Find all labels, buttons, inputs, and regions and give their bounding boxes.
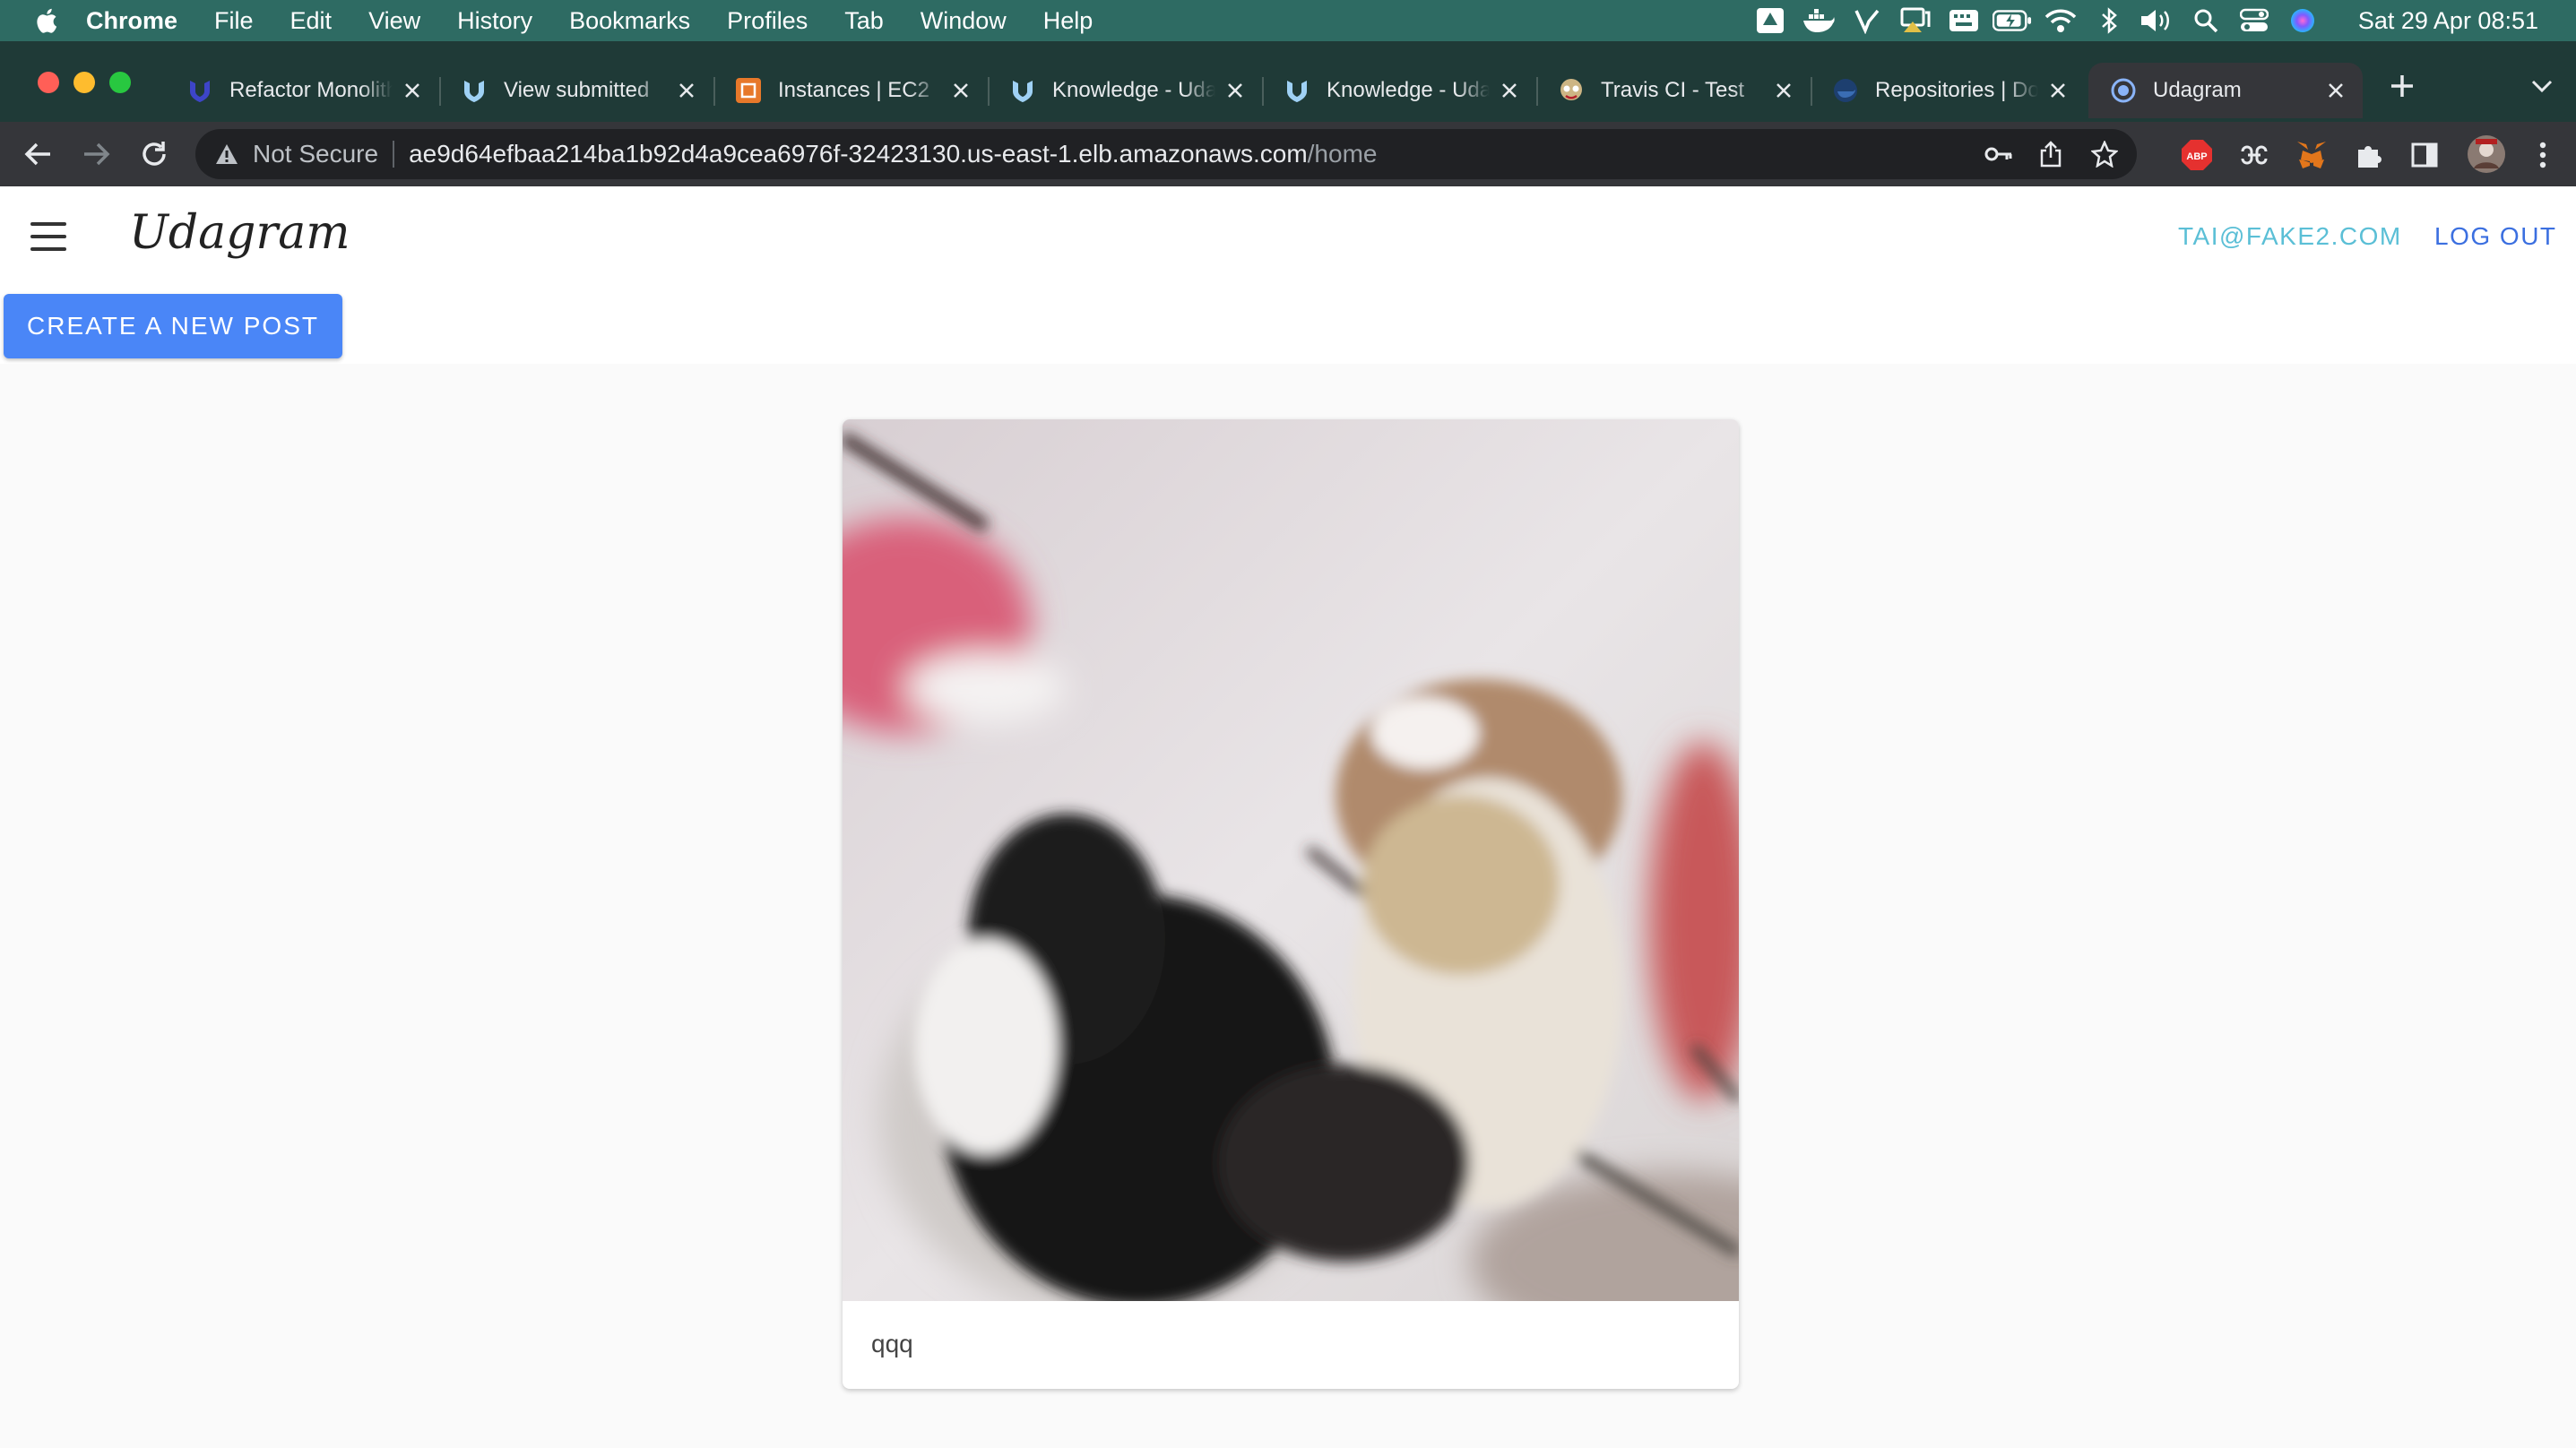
tab-label: Travis CI - Test [1601, 78, 1745, 102]
menu-window[interactable]: Window [921, 7, 1007, 35]
action-bar [0, 287, 2576, 364]
hamburger-line [30, 222, 66, 226]
menu-file[interactable]: File [214, 7, 254, 35]
apple-icon[interactable] [34, 7, 57, 34]
tab-label: Instances | EC2 [778, 78, 929, 102]
docker-icon [1832, 77, 1859, 104]
tab-label: Udagram [2153, 78, 2242, 102]
wifi-icon[interactable] [2041, 0, 2080, 41]
tab-label: Refactor Monolith [229, 78, 393, 102]
app-header: Udagram TAI@FAKE2.COM LOG OUT [0, 186, 2576, 287]
logout-link[interactable]: LOG OUT [2434, 222, 2557, 251]
hamburger-menu-icon[interactable] [30, 222, 66, 251]
tab-refactor-monolith[interactable]: Refactor Monolith [165, 63, 441, 118]
puzzle-icon[interactable] [2352, 138, 2386, 172]
post-card: qqq [843, 419, 1739, 1389]
tab-repositories-docker[interactable]: Repositories | Docker [1811, 63, 2085, 118]
tab-travis-ci[interactable]: Travis CI - Test [1536, 63, 1812, 118]
create-post-button[interactable]: CREATE A NEW POST [4, 294, 342, 358]
hamburger-line [30, 235, 66, 238]
globe-icon [2110, 77, 2137, 104]
vectorize-icon[interactable] [1847, 0, 1887, 41]
profile-avatar[interactable] [2467, 134, 2506, 174]
keyboard-icon[interactable] [1944, 0, 1984, 41]
zoom-window-button[interactable] [109, 72, 131, 93]
siri-icon[interactable] [2283, 0, 2322, 41]
security-status[interactable]: Not Secure [253, 140, 378, 168]
adblock-icon[interactable]: ABP [2180, 138, 2214, 172]
back-button[interactable] [18, 134, 57, 174]
tab-label: View submitted [504, 78, 650, 102]
close-tab-icon[interactable] [2323, 78, 2348, 103]
omnibox-divider [393, 141, 395, 168]
tab-knowledge-1[interactable]: Knowledge - Udacity [988, 63, 1264, 118]
close-tab-icon[interactable] [948, 78, 973, 103]
forward-button[interactable] [77, 134, 117, 174]
menu-history[interactable]: History [457, 7, 532, 35]
bookmark-star-icon[interactable] [2090, 140, 2119, 168]
close-tab-icon[interactable] [1771, 78, 1796, 103]
aws-ec2-icon [735, 77, 762, 104]
chrome-menu-icon[interactable] [2526, 138, 2560, 172]
tab-label: Repositories | Docker [1875, 78, 2038, 102]
url-host[interactable]: ae9d64efbaa214ba1b92d4a9cea6976f-3242313… [409, 140, 1308, 168]
menu-profiles[interactable]: Profiles [727, 7, 808, 35]
macos-menu-bar: Chrome File Edit View History Bookmarks … [0, 0, 2576, 41]
key-icon[interactable] [1984, 140, 2013, 168]
udacity-icon [186, 77, 213, 104]
spotlight-search-icon[interactable] [2186, 0, 2226, 41]
close-window-button[interactable] [38, 72, 59, 93]
tab-instances-ec2[interactable]: Instances | EC2 [713, 63, 990, 118]
browser-toolbar: Not Secure ae9d64efbaa214ba1b92d4a9cea69… [0, 122, 2576, 186]
menu-bookmarks[interactable]: Bookmarks [569, 7, 690, 35]
new-tab-button[interactable] [2384, 68, 2420, 104]
udacity-icon [1284, 77, 1310, 104]
tab-strip: Refactor Monolith View submitted Instanc… [0, 41, 2576, 122]
share-icon[interactable] [2036, 140, 2065, 168]
tab-view-submitted[interactable]: View submitted [439, 63, 715, 118]
control-center-icon[interactable] [2235, 0, 2274, 41]
post-caption: qqq [871, 1330, 913, 1358]
tab-search-chevron-icon[interactable] [2526, 70, 2558, 102]
close-tab-icon[interactable] [674, 78, 699, 103]
udacity-icon [461, 77, 488, 104]
tab-label: Knowledge - Udacity [1052, 78, 1215, 102]
close-tab-icon[interactable] [1497, 78, 1522, 103]
address-bar[interactable]: Not Secure ae9d64efbaa214ba1b92d4a9cea69… [195, 129, 2137, 179]
udacity-icon [1009, 77, 1036, 104]
close-tab-icon[interactable] [1223, 78, 1248, 103]
volume-icon[interactable] [2138, 0, 2177, 41]
drive-icon[interactable] [1750, 0, 1790, 41]
bluetooth-icon[interactable] [2089, 0, 2129, 41]
tab-knowledge-2[interactable]: Knowledge - Udacity [1262, 63, 1538, 118]
menubar-clock[interactable]: Sat 29 Apr 08:51 [2358, 7, 2538, 35]
url-path[interactable]: /home [1308, 140, 1378, 168]
docker-icon[interactable] [1799, 0, 1838, 41]
svg-text:ABP: ABP [2186, 151, 2207, 162]
tab-udagram[interactable]: Udagram [2088, 63, 2363, 118]
hamburger-line [30, 247, 66, 251]
close-tab-icon[interactable] [400, 78, 425, 103]
menu-help[interactable]: Help [1043, 7, 1094, 35]
warning-triangle-icon[interactable] [213, 141, 240, 168]
status-area: Sat 29 Apr 08:51 [1742, 0, 2576, 41]
app-logo[interactable]: Udagram [129, 206, 350, 260]
airplay-icon[interactable] [1896, 0, 1935, 41]
post-photo[interactable] [843, 419, 1739, 1301]
close-tab-icon[interactable] [2045, 78, 2070, 103]
travis-icon [1558, 77, 1585, 104]
reload-button[interactable] [134, 134, 174, 174]
menu-view[interactable]: View [368, 7, 420, 35]
metamask-icon[interactable] [2295, 138, 2329, 172]
tab-label: Knowledge - Udacity [1327, 78, 1490, 102]
sidepanel-icon[interactable] [2407, 138, 2442, 172]
user-email-link[interactable]: TAI@FAKE2.COM [2178, 222, 2402, 251]
menu-edit[interactable]: Edit [290, 7, 333, 35]
minimize-window-button[interactable] [73, 72, 95, 93]
extension-icon[interactable] [2237, 138, 2271, 172]
battery-icon[interactable] [1992, 0, 2032, 41]
menu-tab[interactable]: Tab [844, 7, 884, 35]
menu-app-name[interactable]: Chrome [86, 7, 177, 35]
